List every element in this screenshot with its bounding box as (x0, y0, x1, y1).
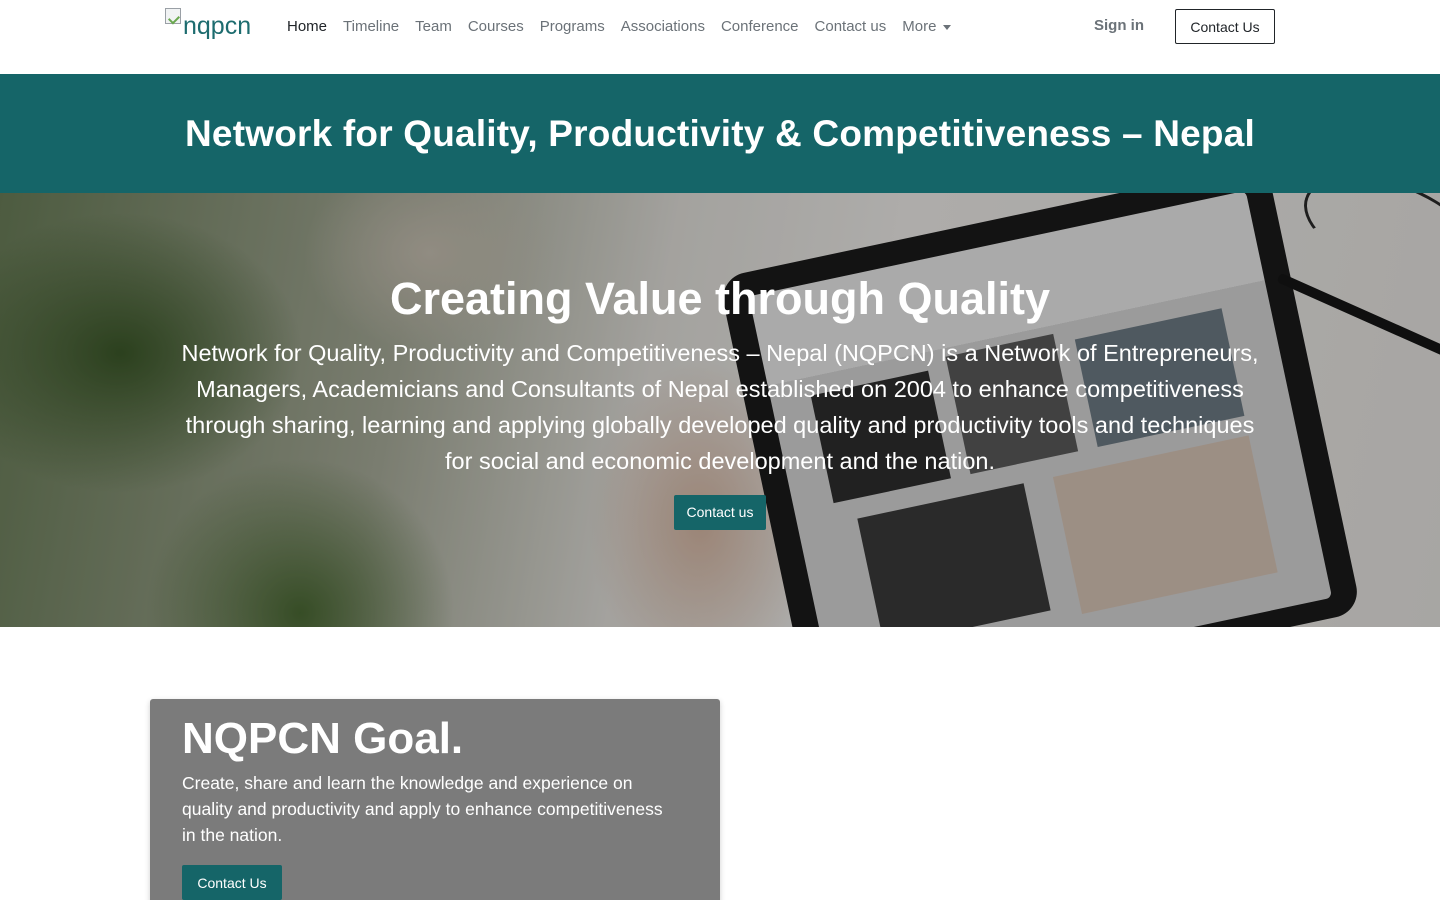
nav-home[interactable]: Home (279, 18, 335, 35)
title-banner: Network for Quality, Productivity & Comp… (0, 74, 1440, 193)
nav-team[interactable]: Team (407, 18, 460, 35)
site-logo[interactable]: nqpcn (165, 8, 251, 44)
nav-programs[interactable]: Programs (532, 18, 613, 35)
nav-timeline[interactable]: Timeline (335, 18, 407, 35)
goal-contact-us-button[interactable]: Contact Us (182, 865, 282, 900)
navbar: nqpcn Home Timeline Team Courses Program… (0, 0, 1440, 74)
goal-card: NQPCN Goal. Create, share and learn the … (150, 699, 720, 900)
banner-title: Network for Quality, Productivity & Comp… (185, 112, 1255, 154)
broken-image-icon (165, 8, 181, 24)
chevron-down-icon (943, 24, 952, 30)
nav-contact-us[interactable]: Contact us (807, 18, 895, 35)
goal-heading: NQPCN Goal. (182, 714, 464, 763)
hero-section: Creating Value through Quality Network f… (0, 193, 1440, 627)
hero-content: Creating Value through Quality Network f… (150, 271, 1290, 530)
nav-more-label: More (902, 18, 937, 35)
hero-contact-us-button[interactable]: Contact us (673, 495, 767, 530)
header-contact-us-button[interactable]: Contact Us (1175, 9, 1275, 44)
logo-alt-text: nqpcn (183, 12, 252, 40)
goal-text: Create, share and learn the knowledge an… (182, 773, 663, 845)
nav-conference[interactable]: Conference (713, 18, 807, 35)
hero-description: Network for Quality, Productivity and Co… (181, 340, 1259, 474)
sign-in-link[interactable]: Sign in (1094, 17, 1144, 34)
hero-heading: Creating Value through Quality (389, 273, 1051, 324)
nav-associations[interactable]: Associations (613, 18, 713, 35)
nav-courses[interactable]: Courses (460, 18, 532, 35)
main-nav: Home Timeline Team Courses Programs Asso… (279, 0, 959, 53)
nav-more-dropdown[interactable]: More (894, 18, 959, 35)
